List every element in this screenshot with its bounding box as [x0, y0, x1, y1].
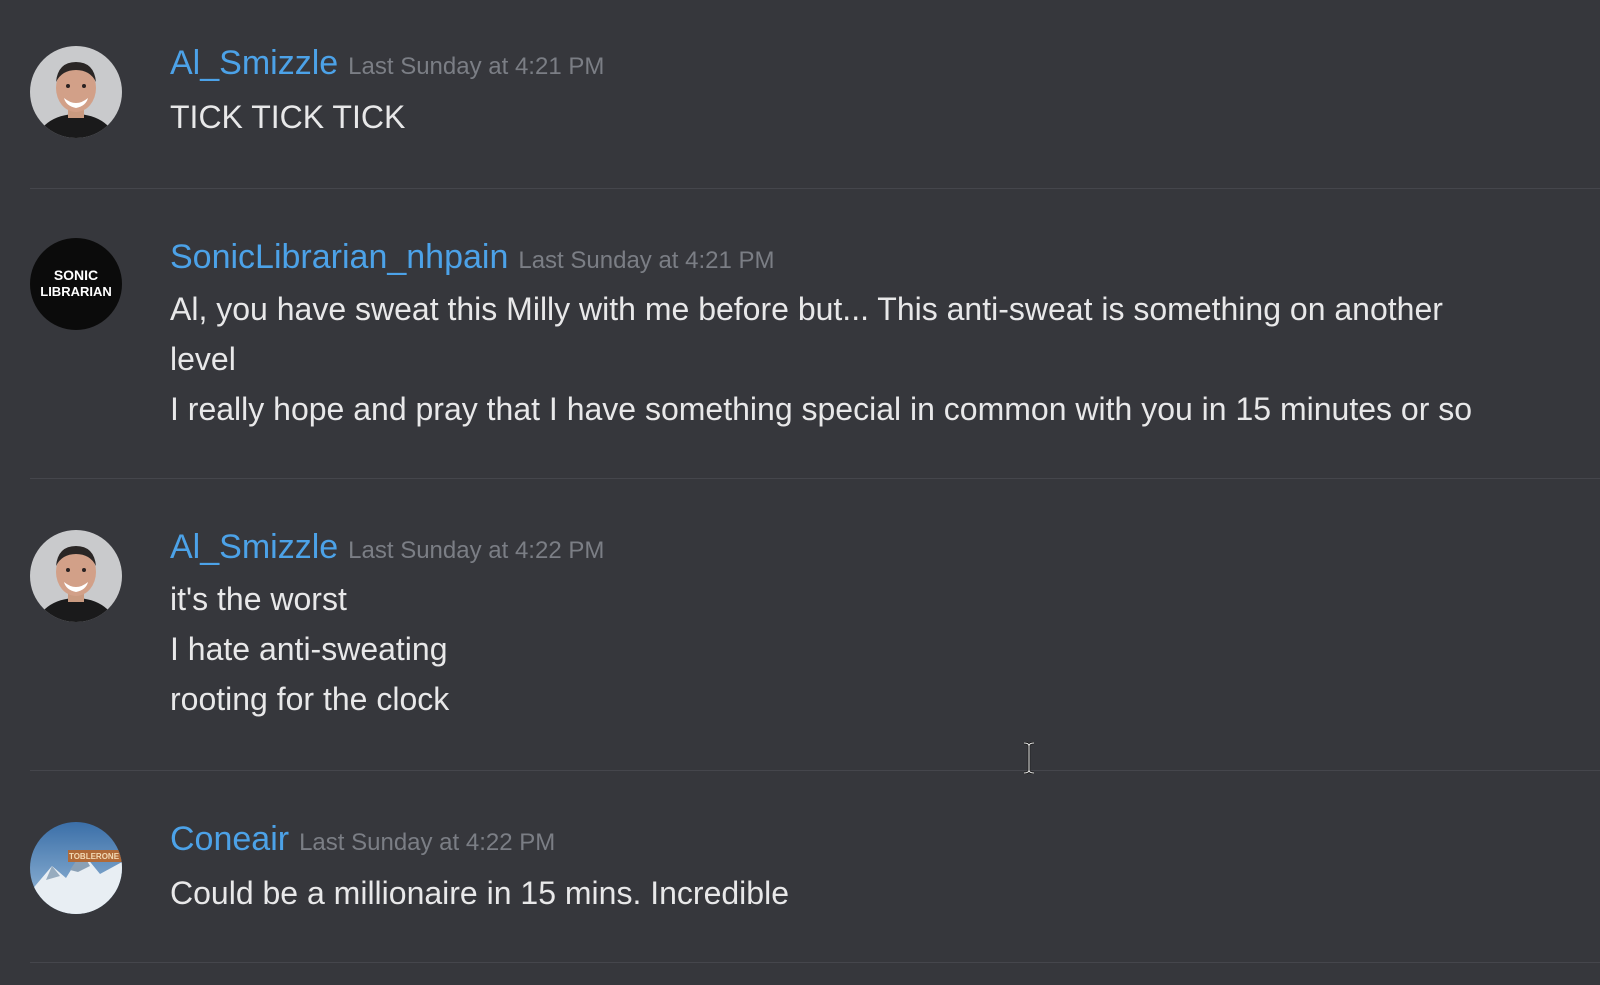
- message-content: Coneair Last Sunday at 4:22 PM Could be a…: [170, 820, 1600, 918]
- message-header: Coneair Last Sunday at 4:22 PM: [170, 820, 1600, 864]
- message-content: Al_Smizzle Last Sunday at 4:21 PM TICK TI…: [170, 44, 1600, 142]
- message-divider: [30, 478, 1600, 479]
- message-content: Al_Smizzle Last Sunday at 4:22 PM it's th…: [170, 528, 1600, 724]
- username[interactable]: Al_Smizzle: [170, 528, 338, 566]
- username[interactable]: SonicLibrarian_nhpain: [170, 238, 508, 276]
- message-header: Al_Smizzle Last Sunday at 4:22 PM: [170, 528, 1600, 572]
- timestamp[interactable]: Last Sunday at 4:22 PM: [348, 537, 604, 564]
- message-divider: [30, 770, 1600, 771]
- message-divider: [30, 188, 1600, 189]
- message-content: SonicLibrarian_nhpain Last Sunday at 4:21…: [170, 238, 1600, 434]
- avatar-text-1: SONIC: [54, 267, 98, 283]
- avatar-text-2: LIBRARIAN: [40, 284, 112, 299]
- message-text: I really hope and pray that I have somet…: [170, 391, 1473, 427]
- message-divider: [30, 962, 1600, 963]
- avatar-text: TOBLERONE: [69, 852, 120, 861]
- message-text: I hate anti-sweating: [170, 631, 448, 667]
- message-text: Al, you have sweat this Milly with me be…: [170, 291, 1443, 327]
- message-text: rooting for the clock: [170, 681, 450, 717]
- timestamp[interactable]: Last Sunday at 4:22 PM: [299, 829, 555, 856]
- message-text: Could be a millionaire in 15 mins. Incre…: [170, 875, 789, 911]
- message-text: it's the worst: [170, 581, 347, 617]
- timestamp[interactable]: Last Sunday at 4:21 PM: [348, 53, 604, 80]
- message-text: TICK TICK TICK: [170, 99, 406, 135]
- message-header: Al_Smizzle Last Sunday at 4:21 PM: [170, 44, 1600, 88]
- message-header: SonicLibrarian_nhpain Last Sunday at 4:21…: [170, 238, 1600, 282]
- user-avatar[interactable]: SONIC LIBRARIAN: [30, 238, 122, 330]
- username[interactable]: Coneair: [170, 820, 289, 858]
- username[interactable]: Al_Smizzle: [170, 44, 338, 82]
- message-text: level: [170, 341, 236, 377]
- user-avatar[interactable]: [30, 46, 122, 138]
- user-avatar[interactable]: [30, 530, 122, 622]
- user-avatar[interactable]: TOBLERONE: [30, 822, 122, 914]
- timestamp[interactable]: Last Sunday at 4:21 PM: [518, 247, 774, 274]
- text-cursor-icon: [1022, 741, 1036, 775]
